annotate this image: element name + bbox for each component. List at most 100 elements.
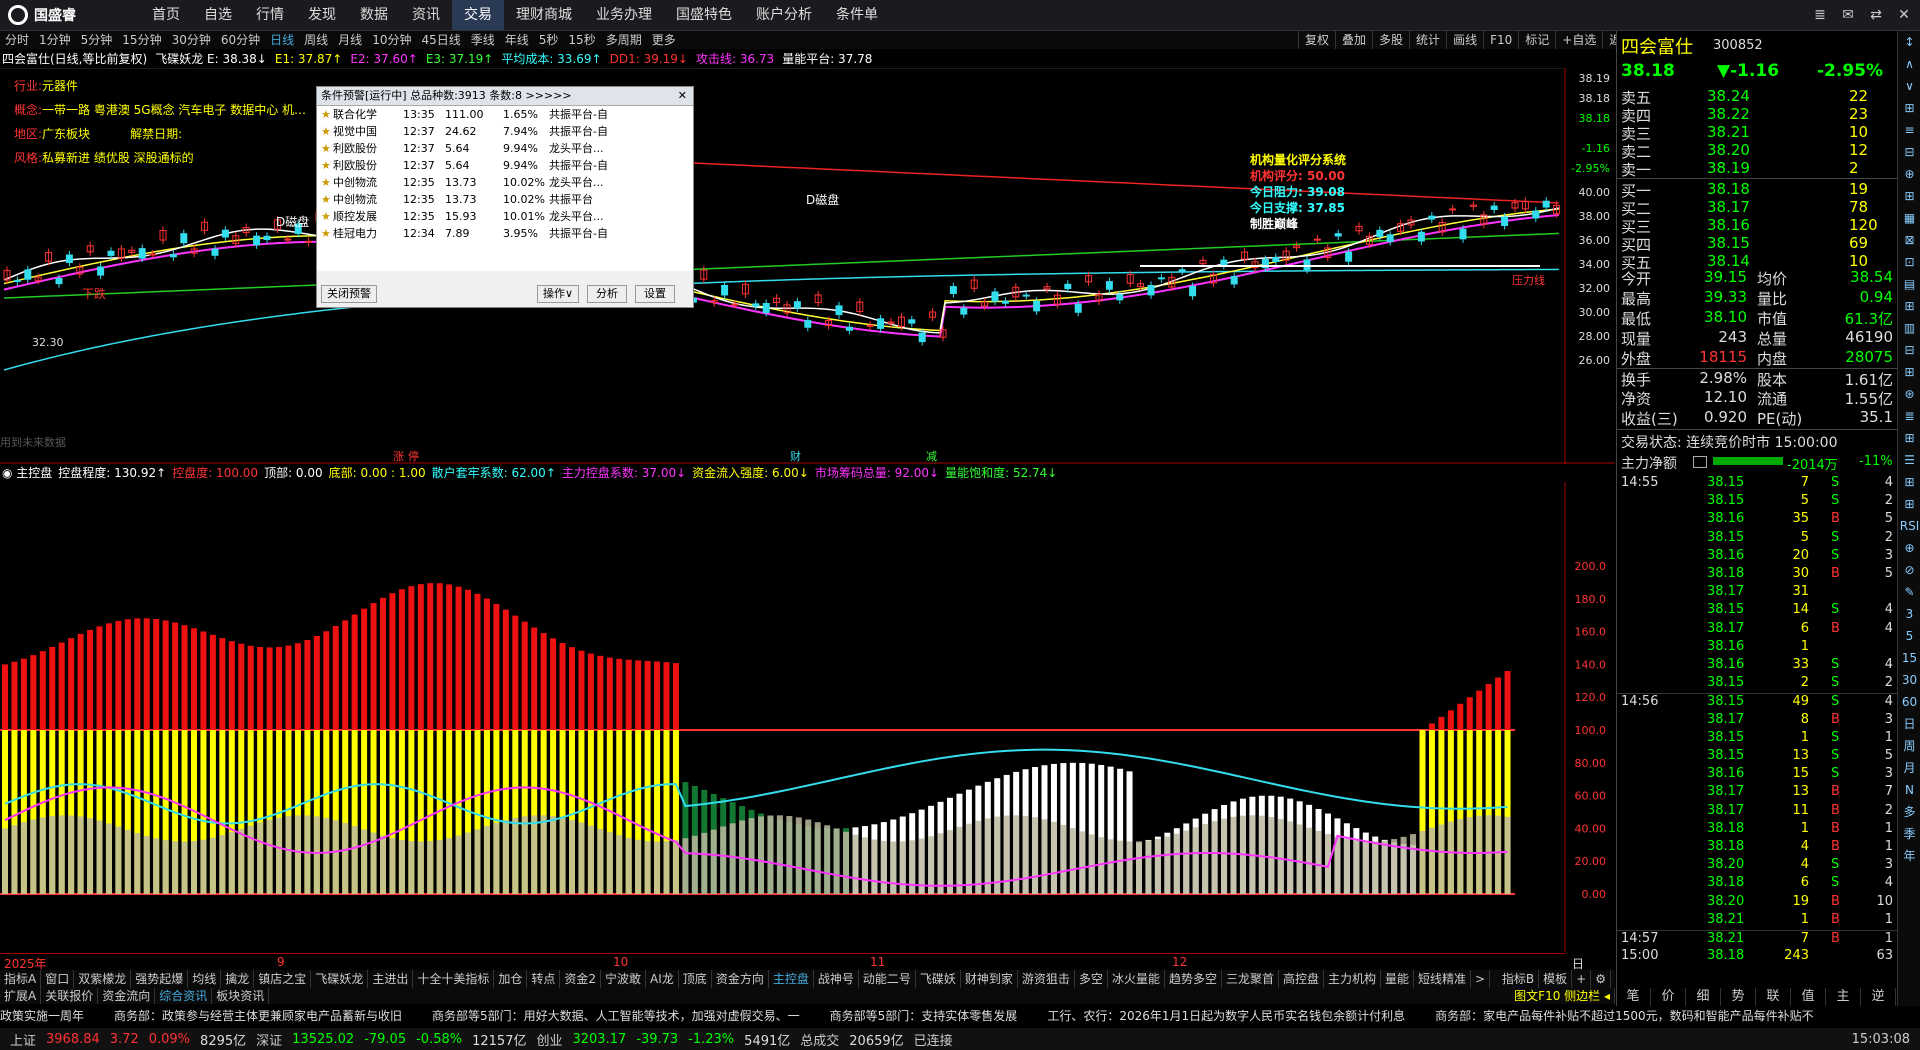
toolbar-icon[interactable]: ≡ (1898, 119, 1920, 141)
window-control-icon[interactable]: ⇄ (1864, 3, 1888, 27)
nav-item[interactable]: 条件单 (824, 0, 890, 30)
indicator-tab[interactable]: 财神到家 (961, 970, 1018, 988)
chart-tool-button[interactable]: 叠加 (1335, 31, 1372, 49)
quote-tab[interactable]: 主 (1826, 988, 1861, 1006)
indicator-tab[interactable]: 高控盘 (1279, 970, 1324, 988)
toolbar-icon[interactable]: ✎ (1898, 581, 1920, 603)
toolbar-icon[interactable]: 30 (1898, 669, 1920, 691)
news-item[interactable]: 政策实施一周年 (0, 1007, 84, 1025)
indicator-tab-right[interactable]: 模板 (1539, 970, 1573, 988)
window-control-icon[interactable]: ✕ (1892, 3, 1916, 27)
toolbar-icon[interactable]: ⊠ (1898, 229, 1920, 251)
nav-item[interactable]: 账户分析 (744, 0, 824, 30)
nav-item[interactable]: 国盛特色 (664, 0, 744, 30)
bid-row[interactable]: 买三 38.16 120 (1617, 216, 1897, 236)
sidebar-toggle[interactable]: 图文F10 侧边栏 ◂ (1510, 988, 1615, 1004)
indicator-tab[interactable]: 双紫檬龙 (74, 970, 132, 988)
indicator-tab[interactable]: 主控盘 (769, 970, 814, 988)
toolbar-icon[interactable]: ▥ (1898, 317, 1920, 339)
toolbar-icon[interactable]: ∨ (1898, 75, 1920, 97)
indicator-tab[interactable]: 动能二号 (859, 970, 916, 988)
toolbar-icon[interactable]: 60 (1898, 691, 1920, 713)
toolbar-icon[interactable]: ⊟ (1898, 339, 1920, 361)
alert-row[interactable]: ★ 利欧股份 12:37 5.64 9.94% 共振平台-自 (317, 157, 693, 174)
period-tab[interactable]: 多周期 (601, 31, 647, 49)
period-tab[interactable]: 5秒 (534, 31, 564, 49)
info-tab[interactable]: 扩展A (0, 988, 42, 1004)
period-tab[interactable]: 15分钟 (117, 31, 166, 49)
alert-row[interactable]: ★ 视觉中国 12:37 24.62 7.94% 共振平台-自 (317, 123, 693, 140)
nav-item[interactable]: 首页 (140, 0, 192, 30)
toolbar-icon[interactable]: 多 (1898, 801, 1920, 823)
toolbar-icon[interactable]: 季 (1898, 823, 1920, 845)
nav-item[interactable]: 交易 (452, 0, 504, 30)
nav-item[interactable]: 自选 (192, 0, 244, 30)
bid-row[interactable]: 买一 38.18 19 (1617, 180, 1897, 200)
indicator-tab[interactable]: 短线精准 (1414, 970, 1472, 988)
news-item[interactable]: 商务部：政策参与经营主体更兼顾家电产品蓄新与收旧 (114, 1007, 402, 1025)
ask-row[interactable]: 卖五 38.24 22 (1617, 87, 1897, 107)
chart-tool-button[interactable]: 复权 (1298, 31, 1335, 49)
indicator-tab[interactable]: 擒龙 (221, 970, 255, 988)
period-tab[interactable]: 周线 (299, 31, 333, 49)
period-tab[interactable]: 更多 (647, 31, 681, 49)
info-tab[interactable]: 资金流向 (98, 988, 156, 1004)
dialog-title-bar[interactable]: 条件预警[运行中] 总品种数:3913 条数:8 >>>>> ✕ (317, 87, 693, 106)
toolbar-icon[interactable]: ⊞ (1898, 361, 1920, 383)
toolbar-icon[interactable]: ☰ (1898, 449, 1920, 471)
toolbar-icon[interactable]: 15 (1898, 647, 1920, 669)
toolbar-icon[interactable]: ⊞ (1898, 295, 1920, 317)
operate-button[interactable]: 操作∨ (537, 285, 579, 303)
indicator-tab[interactable]: 顶底 (679, 970, 712, 988)
period-tab[interactable]: 年线 (500, 31, 534, 49)
indicator-tab[interactable]: 游资狙击 (1018, 970, 1075, 988)
period-tab[interactable]: 分时 (0, 31, 34, 49)
chart-tool-button[interactable]: F10 (1483, 31, 1518, 49)
condition-alert-dialog[interactable]: 条件预警[运行中] 总品种数:3913 条数:8 >>>>> ✕ ★ 联合化学 13… (316, 86, 694, 308)
alert-row[interactable]: ★ 顺控发展 12:35 15.93 10.01% 龙头平台... (317, 208, 693, 225)
info-tab[interactable]: 关联报价 (41, 988, 99, 1004)
indicator-tab[interactable]: 飞碟妖 (916, 970, 961, 988)
indicator-tab-right[interactable]: + (1572, 970, 1592, 988)
alert-row[interactable]: ★ 中创物流 12:35 13.73 10.02% 龙头平台... (317, 174, 693, 191)
info-tab[interactable]: 板块资讯 (212, 988, 270, 1004)
indicator-tab[interactable]: 主力机构 (1324, 970, 1382, 988)
indicator-tab[interactable]: 飞碟妖龙 (311, 970, 369, 988)
indicator-tab[interactable]: 指标A (0, 970, 42, 988)
chart-tool-button[interactable]: 标记 (1518, 31, 1555, 49)
period-tab[interactable]: 30分钟 (167, 31, 216, 49)
period-tab[interactable]: 60分钟 (216, 31, 265, 49)
indicator-tab[interactable]: 冰火量能 (1108, 970, 1165, 988)
indicator-tab[interactable]: AI龙 (646, 970, 679, 988)
settings-button[interactable]: 设置 (635, 285, 675, 303)
indicator-tab[interactable]: 趋势多空 (1165, 970, 1222, 988)
toolbar-icon[interactable]: ▦ (1898, 207, 1920, 229)
quote-tab[interactable]: 逆 (1861, 988, 1896, 1006)
chart-tool-button[interactable]: 统计 (1409, 31, 1446, 49)
indicator-tab[interactable]: 均线 (188, 970, 222, 988)
ask-row[interactable]: 卖一 38.19 2 (1617, 159, 1897, 180)
ask-row[interactable]: 卖三 38.21 10 (1617, 123, 1897, 143)
toolbar-icon[interactable]: ⊟ (1898, 141, 1920, 163)
toolbar-icon[interactable]: ∧ (1898, 53, 1920, 75)
toolbar-icon[interactable]: 3 (1898, 603, 1920, 625)
quote-tab[interactable]: 联 (1756, 988, 1791, 1006)
period-tab[interactable]: 45日线 (416, 31, 465, 49)
indicator-tab[interactable]: 强势起爆 (131, 970, 189, 988)
indicator-tab[interactable]: 资金方向 (712, 970, 769, 988)
quote-tab[interactable]: 价 (1651, 988, 1686, 1006)
indicator-tab[interactable]: 窗口 (41, 970, 75, 988)
indicator-tab[interactable]: 量能 (1381, 970, 1415, 988)
window-control-icon[interactable]: ≣ (1808, 3, 1832, 27)
chart-tool-button[interactable]: +自选 (1555, 31, 1602, 49)
nav-item[interactable]: 行情 (244, 0, 296, 30)
ask-row[interactable]: 卖二 38.20 12 (1617, 141, 1897, 161)
chart-tool-button[interactable]: 多股 (1372, 31, 1409, 49)
indicator-tab[interactable]: 加仓 (494, 970, 528, 988)
close-alert-button[interactable]: 关闭预警 (321, 285, 377, 303)
toolbar-icon[interactable]: 周 (1898, 735, 1920, 757)
indicator-tab[interactable]: 转点 (527, 970, 561, 988)
close-icon[interactable]: ✕ (678, 87, 687, 105)
toolbar-icon[interactable]: ⊘ (1898, 559, 1920, 581)
toolbar-icon[interactable]: 月 (1898, 757, 1920, 779)
